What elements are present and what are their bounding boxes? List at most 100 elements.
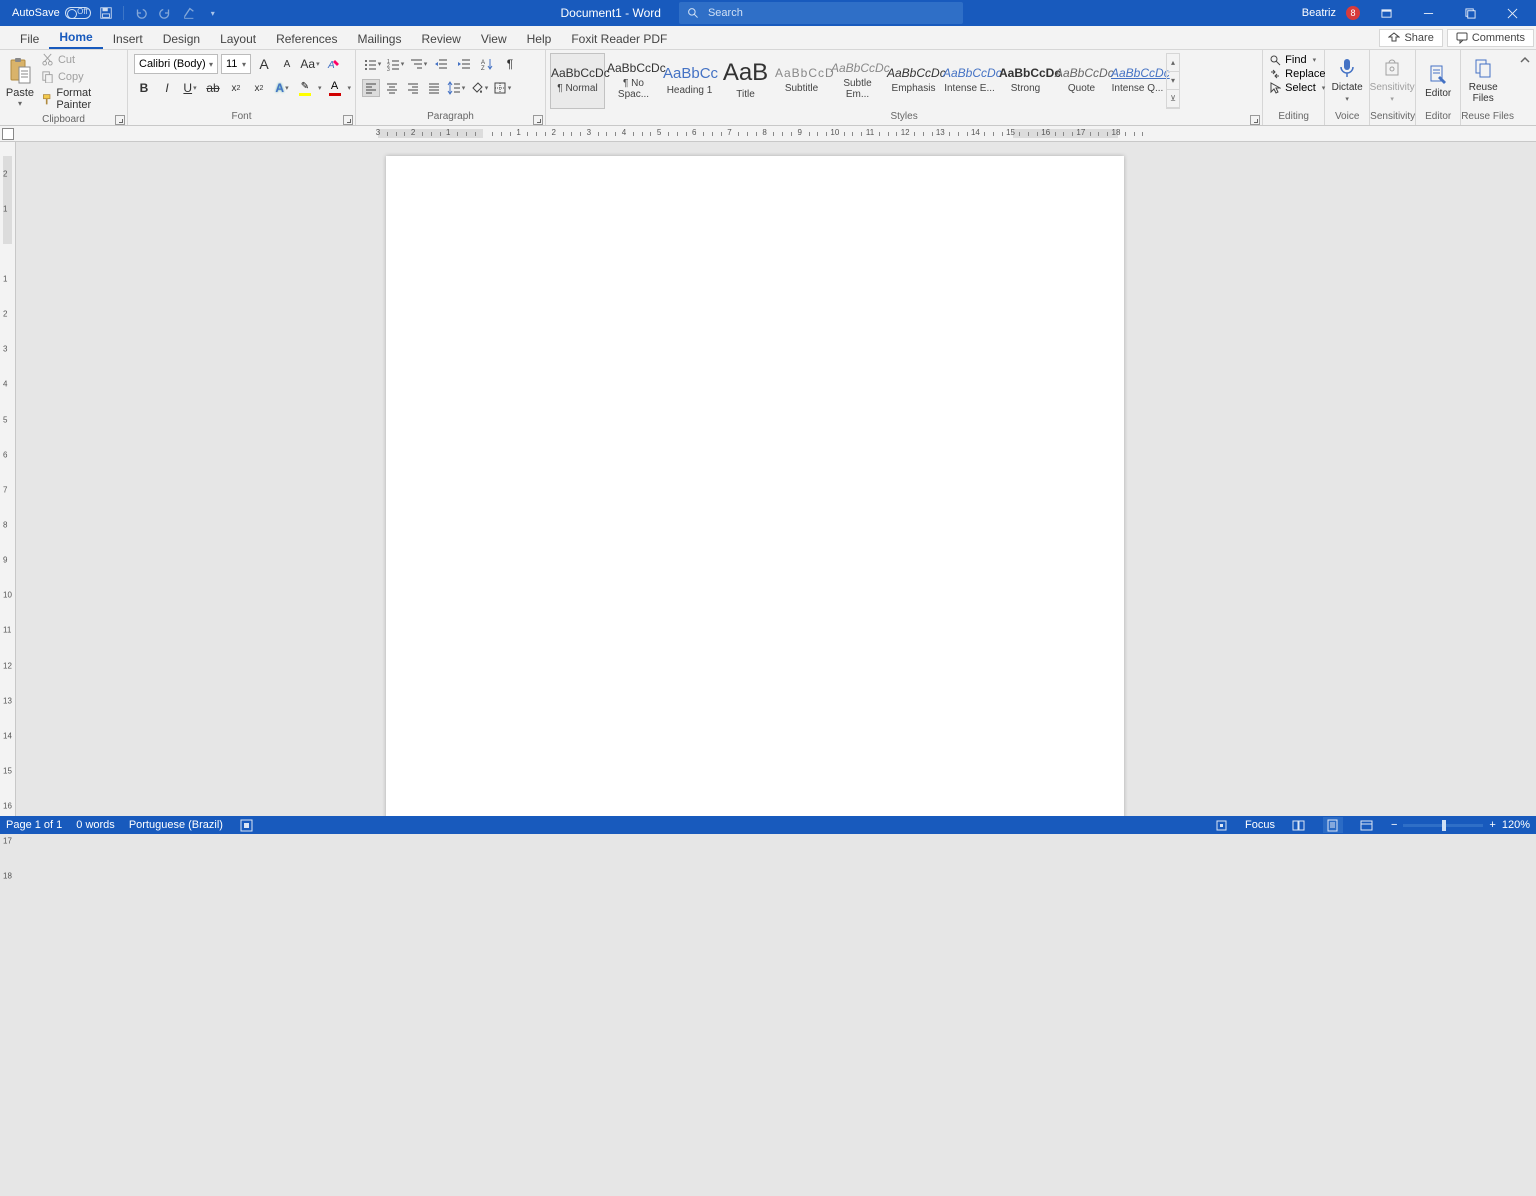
numbering-button[interactable]: 123▾	[385, 54, 405, 74]
bullets-button[interactable]: ▾	[362, 54, 382, 74]
autosave-toggle[interactable]: AutoSave	[12, 7, 91, 19]
status-page[interactable]: Page 1 of 1	[6, 819, 62, 831]
save-button[interactable]	[97, 4, 115, 22]
redo-button[interactable]	[156, 4, 174, 22]
style-tile--no-spac-[interactable]: AaBbCcDc¶ No Spac...	[606, 53, 661, 109]
bold-button[interactable]: B	[134, 78, 154, 98]
zoom-in-button[interactable]: +	[1489, 819, 1495, 831]
vertical-ruler[interactable]: 21123456789101112131415161718	[0, 142, 16, 816]
replace-button[interactable]: Replace	[1269, 68, 1325, 80]
tab-insert[interactable]: Insert	[103, 28, 153, 49]
text-effects-button[interactable]: A▾	[272, 78, 292, 98]
cut-button[interactable]: Cut	[38, 52, 123, 67]
tab-foxit[interactable]: Foxit Reader PDF	[561, 28, 677, 49]
style-tile-intense-q-[interactable]: AaBbCcDcIntense Q...	[1110, 53, 1165, 109]
tab-selector[interactable]	[2, 128, 14, 140]
horizontal-ruler[interactable]: 321123456789101112131415161718	[0, 126, 1536, 142]
shrink-font-button[interactable]: A	[277, 54, 297, 74]
print-layout-button[interactable]	[1323, 817, 1343, 833]
increase-indent-button[interactable]	[454, 54, 474, 74]
status-language[interactable]: Portuguese (Brazil)	[129, 819, 223, 831]
style-tile-heading-1[interactable]: AaBbCcHeading 1	[662, 53, 717, 109]
share-button[interactable]: Share	[1379, 29, 1442, 47]
italic-button[interactable]: I	[157, 78, 177, 98]
status-words[interactable]: 0 words	[76, 819, 115, 831]
style-tile-intense-e-[interactable]: AaBbCcDcIntense E...	[942, 53, 997, 109]
clear-formatting-button[interactable]: A	[323, 54, 343, 74]
multilevel-button[interactable]: ▾	[408, 54, 428, 74]
font-color-button[interactable]: A	[325, 78, 345, 98]
line-spacing-button[interactable]: ▾	[446, 78, 466, 98]
tab-home[interactable]: Home	[49, 26, 102, 49]
tab-mailings[interactable]: Mailings	[347, 28, 411, 49]
style-tile-quote[interactable]: AaBbCcDcQuote	[1054, 53, 1109, 109]
align-right-button[interactable]	[404, 79, 422, 97]
zoom-level[interactable]: 120%	[1502, 819, 1530, 831]
tab-design[interactable]: Design	[153, 28, 210, 49]
borders-button[interactable]: ▾	[492, 78, 512, 98]
change-case-button[interactable]: Aa▾	[300, 54, 320, 74]
decrease-indent-button[interactable]	[431, 54, 451, 74]
comments-button[interactable]: Comments	[1447, 29, 1534, 47]
font-size-combo[interactable]: 11▾	[221, 54, 251, 74]
close-button[interactable]	[1496, 0, 1528, 26]
minimize-button[interactable]	[1412, 0, 1444, 26]
focus-label[interactable]: Focus	[1245, 819, 1275, 831]
qat-extra-button[interactable]	[180, 4, 198, 22]
editor-button[interactable]: Editor	[1416, 51, 1460, 111]
font-name-combo[interactable]: Calibri (Body)▾	[134, 54, 218, 74]
subscript-button[interactable]: x	[226, 78, 246, 98]
strike-button[interactable]: ab	[203, 78, 223, 98]
undo-button[interactable]	[132, 4, 150, 22]
styles-scroll[interactable]: ▴▾⊻	[1166, 53, 1180, 109]
grow-font-button[interactable]: A	[254, 54, 274, 74]
page[interactable]	[386, 156, 1124, 816]
dictate-button[interactable]: Dictate▾	[1325, 51, 1369, 111]
style-tile-emphasis[interactable]: AaBbCcDcEmphasis	[886, 53, 941, 109]
underline-button[interactable]: U▾	[180, 78, 200, 98]
zoom-slider[interactable]	[1403, 824, 1483, 827]
tab-help[interactable]: Help	[517, 28, 562, 49]
search-box[interactable]: Search	[679, 2, 963, 24]
align-center-button[interactable]	[383, 79, 401, 97]
find-button[interactable]: Find▾	[1269, 54, 1316, 66]
highlight-button[interactable]: ✎	[295, 78, 315, 98]
qat-customize-button[interactable]: ▾	[204, 4, 222, 22]
select-button[interactable]: Select▾	[1269, 82, 1325, 94]
style-tile-title[interactable]: AaBTitle	[718, 53, 773, 109]
document-canvas[interactable]	[16, 142, 1536, 816]
copy-button[interactable]: Copy	[38, 69, 123, 84]
format-painter-button[interactable]: Format Painter	[38, 86, 123, 112]
zoom-out-button[interactable]: −	[1391, 819, 1397, 831]
user-name[interactable]: Beatriz	[1302, 7, 1336, 19]
read-mode-button[interactable]	[1289, 817, 1309, 833]
tab-review[interactable]: Review	[411, 28, 470, 49]
align-left-button[interactable]	[362, 79, 380, 97]
focus-mode-button[interactable]	[1211, 817, 1231, 833]
notification-badge[interactable]: 8	[1346, 6, 1360, 20]
paste-button[interactable]: Paste▾	[4, 57, 36, 108]
sort-button[interactable]: AZ	[477, 54, 497, 74]
style-tile-strong[interactable]: AaBbCcDcStrong	[998, 53, 1053, 109]
clipboard-dialog-launcher[interactable]	[115, 115, 125, 125]
tab-references[interactable]: References	[266, 28, 347, 49]
tab-file[interactable]: File	[10, 28, 49, 49]
web-layout-button[interactable]	[1357, 817, 1377, 833]
maximize-button[interactable]	[1454, 0, 1486, 26]
styles-dialog-launcher[interactable]	[1250, 115, 1260, 125]
style-tile--normal[interactable]: AaBbCcDc¶ Normal	[550, 53, 605, 109]
font-dialog-launcher[interactable]	[343, 115, 353, 125]
tab-layout[interactable]: Layout	[210, 28, 266, 49]
superscript-button[interactable]: x	[249, 78, 269, 98]
collapse-ribbon-button[interactable]	[1514, 50, 1536, 125]
style-tile-subtitle[interactable]: AaBbCcDSubtitle	[774, 53, 829, 109]
justify-button[interactable]	[425, 79, 443, 97]
status-macro-button[interactable]	[237, 817, 257, 833]
zoom-control[interactable]: − + 120%	[1391, 819, 1530, 831]
sensitivity-button[interactable]: Sensitivity▾	[1370, 51, 1414, 111]
reuse-files-button[interactable]: Reuse Files	[1461, 51, 1505, 111]
style-tile-subtle-em-[interactable]: AaBbCcDcSubtle Em...	[830, 53, 885, 109]
show-marks-button[interactable]: ¶	[500, 54, 520, 74]
ribbon-display-button[interactable]	[1370, 0, 1402, 26]
shading-button[interactable]: ▾	[469, 78, 489, 98]
